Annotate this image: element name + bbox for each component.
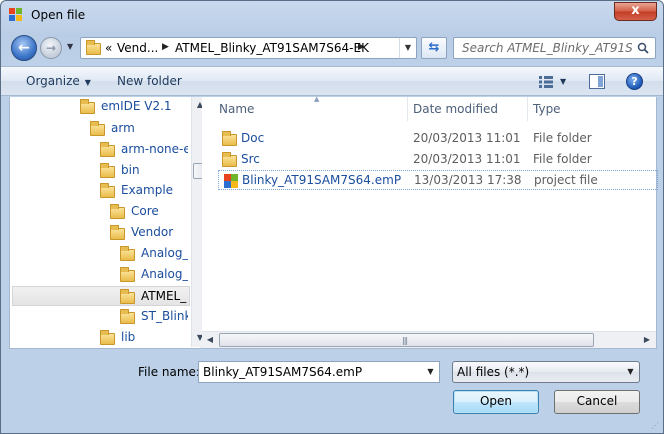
- resize-grip-icon[interactable]: ⋰: [651, 421, 661, 431]
- tree-item-arm-none-eabi[interactable]: arm-none-eabi: [100, 140, 188, 160]
- tree-item-analog-2[interactable]: Analog_: [120, 265, 188, 285]
- folder-icon: [120, 246, 135, 261]
- folder-icon: [222, 131, 237, 146]
- chevron-down-icon: ▼: [84, 78, 91, 87]
- folder-icon: [100, 163, 115, 178]
- project-file-icon: [224, 174, 238, 188]
- organize-label: Organize: [26, 74, 80, 88]
- file-name-label: File name:: [138, 365, 200, 379]
- navigation-pane[interactable]: emIDE V2.1 arm arm-none-eabi bin Example…: [9, 97, 208, 349]
- forward-button[interactable]: →: [40, 37, 62, 59]
- close-button[interactable]: x: [614, 2, 657, 21]
- chevron-down-icon: ▼: [627, 367, 634, 376]
- file-row-blinky-project[interactable]: Blinky_AT91SAM7S64.emP 13/03/2013 17:38 …: [218, 170, 658, 190]
- file-type-filter-value: All files (*.*): [457, 365, 530, 379]
- organize-button[interactable]: Organize ▼: [26, 74, 91, 88]
- folder-icon: [100, 183, 115, 198]
- file-list-horizontal-scrollbar[interactable]: ◀ ||| ▶: [202, 331, 656, 348]
- search-input[interactable]: Search ATMEL_Blinky_AT91SAM7S64-EK: [453, 37, 656, 59]
- chevron-down-icon: ▼: [404, 43, 412, 52]
- refresh-icon: ⇆: [428, 40, 440, 55]
- sort-ascending-icon: ▲: [314, 95, 320, 103]
- folder-icon: [90, 121, 105, 136]
- tree-item-bin[interactable]: bin: [100, 161, 188, 181]
- folder-icon: [110, 225, 125, 240]
- chevron-down-icon: ▼: [67, 42, 74, 51]
- scroll-right-icon[interactable]: ▶: [639, 332, 655, 348]
- open-button[interactable]: Open: [453, 390, 539, 414]
- folder-icon: [222, 152, 237, 167]
- close-icon: x: [631, 3, 640, 18]
- view-options-icon[interactable]: [539, 76, 553, 88]
- column-header-name[interactable]: ▲ Name: [210, 95, 408, 121]
- folder-icon: [120, 309, 135, 324]
- tree-item-example[interactable]: Example: [100, 181, 188, 201]
- tree-item-core[interactable]: Core: [110, 202, 188, 222]
- scrollbar-thumb[interactable]: |||: [219, 333, 594, 347]
- title-bar[interactable]: Open file x: [1, 1, 663, 29]
- breadcrumb-separator-icon[interactable]: ▶: [358, 42, 365, 52]
- breadcrumb-overflow[interactable]: «: [105, 41, 112, 55]
- breadcrumb-vendor[interactable]: Vend...: [117, 41, 158, 55]
- column-header-date[interactable]: Date modified: [408, 97, 528, 121]
- view-dropdown-icon[interactable]: ▼: [560, 77, 566, 86]
- tree-item-lib[interactable]: lib: [100, 328, 188, 348]
- cancel-button[interactable]: Cancel: [554, 390, 640, 414]
- new-folder-button[interactable]: New folder: [117, 74, 182, 88]
- folder-icon: [120, 289, 135, 304]
- folder-icon: [80, 99, 95, 114]
- file-type-filter-select[interactable]: All files (*.*) ▼: [452, 361, 640, 383]
- back-button[interactable]: ←: [11, 35, 37, 61]
- folder-icon: [110, 204, 125, 219]
- address-bar[interactable]: « Vend... ▶ ATMEL_Blinky_AT91SAM7S64-EK …: [80, 37, 417, 59]
- breadcrumb-current[interactable]: ATMEL_Blinky_AT91SAM7S64-EK: [175, 41, 369, 55]
- search-icon: [637, 42, 649, 54]
- folder-icon: [100, 330, 115, 345]
- file-row-doc[interactable]: Doc 20/03/2013 11:01 File folder: [218, 129, 658, 149]
- help-icon[interactable]: ?: [626, 73, 643, 90]
- file-name-value: Blinky_AT91SAM7S64.emP: [203, 365, 363, 379]
- refresh-button[interactable]: ⇆: [421, 37, 447, 59]
- address-dropdown[interactable]: ▼: [399, 38, 416, 58]
- file-row-src[interactable]: Src 20/03/2013 11:01 File folder: [218, 150, 658, 170]
- tree-item-emide[interactable]: emIDE V2.1: [80, 97, 188, 117]
- file-name-input[interactable]: Blinky_AT91SAM7S64.emP ▼: [198, 361, 440, 383]
- scroll-left-icon[interactable]: ◀: [202, 332, 218, 348]
- search-placeholder: Search ATMEL_Blinky_AT91SAM7S64-EK: [462, 41, 632, 55]
- folder-icon: [120, 267, 135, 282]
- preview-pane-icon[interactable]: [589, 74, 605, 89]
- file-list-pane[interactable]: ▲ Name Date modified Type Doc 20/03/2013…: [202, 95, 658, 349]
- app-icon: [9, 8, 23, 22]
- tree-item-analog-1[interactable]: Analog_: [120, 244, 188, 264]
- column-header-type[interactable]: Type: [528, 97, 656, 121]
- recent-locations-dropdown[interactable]: ▼: [67, 43, 75, 51]
- arrow-left-icon: ←: [18, 40, 30, 56]
- arrow-right-icon: →: [45, 41, 57, 55]
- window-title: Open file: [31, 8, 86, 22]
- tree-item-atmel[interactable]: ATMEL_: [12, 286, 190, 306]
- scrollbar-grip-icon: |||: [402, 336, 408, 345]
- chevron-down-icon[interactable]: ▼: [422, 362, 439, 382]
- command-bar: Organize ▼ New folder ▼ ?: [1, 66, 663, 96]
- tree-item-arm[interactable]: arm: [90, 119, 188, 139]
- folder-icon: [86, 40, 101, 55]
- tree-item-st-blinky[interactable]: ST_Blink: [120, 307, 188, 327]
- open-file-dialog: Open file x ← → ▼ « Vend... ▶ ATMEL_Blin…: [0, 0, 664, 434]
- folder-icon: [100, 142, 115, 157]
- breadcrumb-separator-icon[interactable]: ▶: [162, 42, 169, 52]
- tree-item-vendor[interactable]: Vendor: [110, 223, 188, 243]
